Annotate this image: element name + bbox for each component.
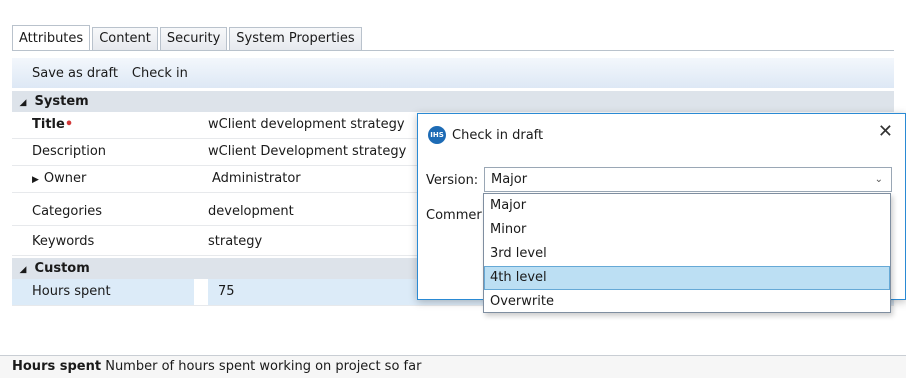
title-label: Title — [32, 117, 65, 132]
version-option-3rd-level[interactable]: 3rd level — [484, 242, 890, 266]
keywords-label: Keywords — [32, 234, 95, 249]
version-select[interactable]: Major ⌄ — [484, 167, 892, 192]
collapse-triangle-icon: ◢ — [19, 265, 27, 275]
owner-label-text: Owner — [43, 171, 87, 186]
status-field-name: Hours spent — [12, 359, 102, 374]
tab-content[interactable]: Content — [92, 27, 158, 50]
save-as-draft-button[interactable]: Save as draft — [12, 66, 126, 81]
hours-spent-label: Hours spent — [12, 279, 194, 305]
section-custom-label: Custom — [34, 261, 90, 276]
version-dropdown-list: Major Minor 3rd level 4th level Overwrit… — [483, 193, 891, 313]
property-label: Title• — [12, 112, 194, 138]
version-selected-value: Major — [491, 172, 528, 187]
section-system[interactable]: ◢ System — [12, 91, 894, 112]
toolbar: Save as draft Check in — [12, 58, 894, 88]
dialog-title: Check in draft — [452, 127, 544, 143]
status-bar: Hours spent Number of hours spent workin… — [0, 355, 906, 378]
status-description: Number of hours spent working on project… — [105, 359, 422, 374]
required-marker: • — [64, 117, 74, 132]
app-logo-icon: IHS — [428, 126, 446, 144]
dialog-title-bar: IHS Check in draft — [428, 124, 543, 146]
tab-strip: Attributes Content Security System Prope… — [12, 24, 364, 51]
tab-attributes[interactable]: Attributes — [12, 25, 91, 51]
check-in-button[interactable]: Check in — [126, 66, 196, 81]
owner-label: ▶ Owner — [12, 166, 194, 192]
tab-system-properties[interactable]: System Properties — [229, 27, 362, 50]
version-option-overwrite[interactable]: Overwrite — [484, 290, 890, 314]
version-label: Version: — [426, 173, 479, 188]
comment-label: Commer — [426, 208, 482, 223]
version-option-4th-level[interactable]: 4th level — [484, 266, 890, 290]
version-option-major[interactable]: Major — [484, 194, 890, 218]
close-icon[interactable]: ✕ — [878, 122, 893, 142]
section-system-label: System — [34, 94, 89, 109]
tab-security[interactable]: Security — [159, 27, 228, 50]
tab-divider — [12, 50, 894, 51]
chevron-down-icon: ⌄ — [874, 174, 883, 185]
description-label: Description — [32, 144, 107, 159]
categories-label: Categories — [32, 204, 103, 219]
expand-arrow-icon[interactable]: ▶ — [32, 175, 39, 185]
version-option-minor[interactable]: Minor — [484, 218, 890, 242]
collapse-triangle-icon: ◢ — [19, 98, 27, 108]
